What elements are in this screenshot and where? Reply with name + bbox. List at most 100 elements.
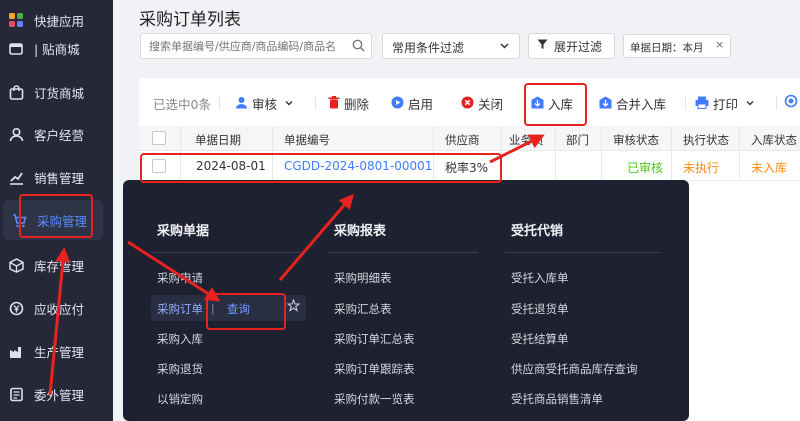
menu-item-supplier-consign-stock[interactable]: 供应商受托商品库存查询 (511, 361, 638, 377)
common-filter-select[interactable]: 常用条件过滤 (382, 33, 520, 59)
expand-filter-label: 展开过滤 (554, 39, 603, 54)
column-header[interactable]: 部门 (566, 132, 589, 148)
print-button[interactable]: 打印 (695, 94, 755, 113)
divider (685, 96, 686, 110)
sidebar-item-receivable[interactable]: 应收应付 (0, 288, 113, 328)
stock-status: 未入库 (751, 161, 788, 175)
annotation-box-order-row (140, 153, 502, 183)
divider (776, 96, 777, 110)
table-header: 单据日期 单据编号 供应商 业务员 部门 审核状态 执行状态 入库状态 (139, 126, 800, 151)
settings-button[interactable] (784, 94, 798, 111)
sidebar-item-store[interactable]: | 贴商城 (0, 36, 113, 60)
selected-count: 已选中0条 (153, 97, 211, 112)
chevron-down-icon (499, 40, 510, 54)
close-order-label: 关闭 (478, 97, 504, 112)
sidebar-item-label: 销售管理 (34, 170, 85, 186)
delete-label: 删除 (344, 97, 370, 112)
column-header[interactable]: 执行状态 (683, 132, 729, 148)
close-icon[interactable]: × (715, 39, 724, 51)
merge-stock-in-label: 合并入库 (616, 97, 667, 112)
sidebar-item-order-mall[interactable]: 订货商城 (0, 72, 113, 112)
sidebar-item-sales[interactable]: 销售管理 (0, 157, 113, 197)
sidebar-item-quick-apps[interactable]: 快捷应用 (0, 8, 113, 32)
divider (219, 96, 220, 110)
menu-item-sales-based-purchase[interactable]: 以销定购 (157, 391, 203, 407)
menu-item-purchase-order-label[interactable]: 采购订单 (157, 301, 203, 317)
column-header[interactable]: 入库状态 (751, 132, 797, 148)
sidebar-item-production[interactable]: 生产管理 (0, 331, 113, 371)
search-box[interactable] (140, 33, 372, 59)
menu-column-title: 受托代销 (511, 224, 564, 239)
sidebar-item-label: 客户经营 (34, 127, 85, 143)
sidebar-item-label: 库存管理 (34, 258, 85, 274)
annotation-box-query (206, 293, 286, 330)
audit-status: 已审核 (627, 161, 664, 175)
close-order-button[interactable]: 关闭 (461, 94, 503, 113)
shopping-bag-icon (8, 84, 24, 100)
menu-item-purchase-detail[interactable]: 采购明细表 (334, 270, 392, 286)
sidebar-item-label: 委外管理 (34, 387, 85, 403)
sidebar-item-inventory[interactable]: 库存管理 (0, 245, 113, 285)
audit-label: 审核 (252, 97, 278, 112)
divider (315, 96, 316, 110)
sidebar-item-label: 快捷应用 (34, 13, 85, 29)
outsource-icon (8, 386, 24, 402)
annotation-box-purchase-menu (19, 194, 93, 238)
money-icon (8, 300, 24, 316)
divider (151, 252, 301, 253)
store-icon (8, 40, 24, 56)
menu-item-order-tracking[interactable]: 采购订单跟踪表 (334, 361, 415, 377)
close-circle-icon (461, 96, 474, 112)
date-filter-tag[interactable]: 单据日期：本月 × (623, 34, 731, 58)
column-header[interactable]: 业务员 (509, 132, 544, 148)
menu-item-purchase-stock-in[interactable]: 采购入库 (157, 331, 203, 347)
apps-grid-icon (8, 12, 24, 28)
select-all-checkbox[interactable] (152, 131, 166, 145)
enable-label: 启用 (408, 97, 434, 112)
print-label: 打印 (713, 97, 739, 112)
expand-filter-button[interactable]: 展开过滤 (528, 33, 615, 59)
filter-icon (537, 39, 548, 53)
menu-item-order-summary[interactable]: 采购订单汇总表 (334, 331, 415, 347)
column-header[interactable]: 供应商 (445, 132, 480, 148)
search-input[interactable] (141, 34, 341, 58)
target-icon (784, 94, 798, 111)
sidebar-item-customer[interactable]: 客户经营 (0, 114, 113, 154)
menu-item-consign-in[interactable]: 受托入库单 (511, 270, 569, 286)
star-icon[interactable] (286, 298, 301, 315)
date-filter-label: 单据日期：本月 (630, 42, 704, 54)
play-icon (391, 96, 404, 112)
search-icon[interactable] (352, 39, 365, 55)
toolbar: 已选中0条 审核 删除 启用 关闭 入库 合并入库 打印 (139, 78, 800, 126)
delete-button[interactable]: 删除 (328, 94, 369, 113)
divider (505, 252, 661, 253)
menu-item-consign-return[interactable]: 受托退货单 (511, 301, 569, 317)
common-filter-label: 常用条件过滤 (392, 41, 465, 55)
sidebar-item-label: | 贴商城 (34, 41, 80, 57)
column-header[interactable]: 单据日期 (195, 132, 241, 148)
sidebar-item-label: 应收应付 (34, 301, 85, 317)
chart-icon (8, 169, 24, 185)
user-icon (8, 126, 24, 142)
menu-item-consign-settlement[interactable]: 受托结算单 (511, 331, 569, 347)
sidebar-item-outsource[interactable]: 委外管理 (0, 374, 113, 414)
menu-item-purchase-request[interactable]: 采购申请 (157, 270, 203, 286)
menu-item-consign-sales-list[interactable]: 受托商品销售清单 (511, 391, 603, 407)
menu-item-payment-list[interactable]: 采购付款一览表 (334, 391, 415, 407)
factory-icon (8, 343, 24, 359)
column-header[interactable]: 单据编号 (284, 132, 330, 148)
chevron-down-icon (745, 96, 755, 111)
divider (328, 252, 478, 253)
box-icon (8, 257, 24, 273)
menu-item-purchase-return[interactable]: 采购退货 (157, 361, 203, 377)
column-header[interactable]: 审核状态 (613, 132, 659, 148)
audit-user-icon (235, 96, 248, 112)
audit-button[interactable]: 审核 (235, 94, 294, 113)
annotation-box-stock-in (524, 83, 587, 126)
merge-stock-in-icon (599, 96, 612, 112)
exec-status: 未执行 (683, 161, 720, 175)
menu-item-purchase-summary[interactable]: 采购汇总表 (334, 301, 392, 317)
trash-icon (328, 95, 340, 112)
enable-button[interactable]: 启用 (391, 94, 433, 113)
merge-stock-in-button[interactable]: 合并入库 (599, 94, 666, 113)
